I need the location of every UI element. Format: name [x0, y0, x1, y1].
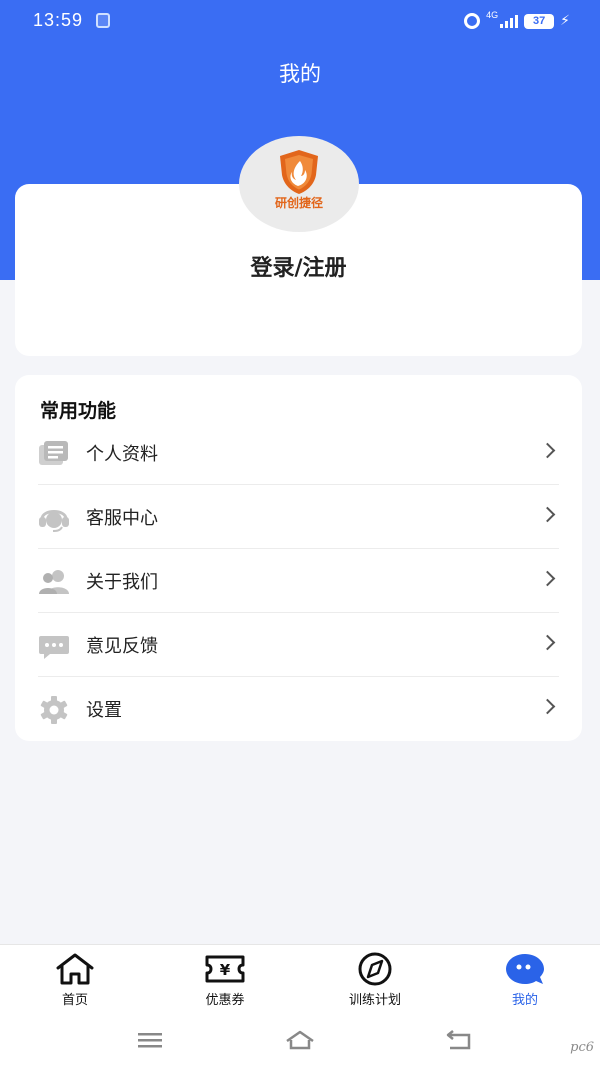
charging-icon: ⚡: [560, 13, 570, 29]
id-card-icon: [39, 441, 68, 465]
watermark: pc6: [570, 1040, 594, 1055]
menu-item-label: 客服中心: [86, 508, 158, 529]
tab-label: 训练计划: [348, 993, 401, 1008]
bottom-tab-bar: 首页 ¥ 优惠券 训练计划 我的: [0, 944, 600, 1014]
status-bar: 13:59 4G 37 ⚡: [0, 0, 600, 42]
menu-icon[interactable]: [133, 1028, 167, 1052]
signal-icon: [500, 14, 519, 28]
menu-item-label: 关于我们: [86, 572, 158, 593]
coupon-icon: ¥: [205, 955, 245, 983]
menu-item-feedback[interactable]: 意见反馈: [38, 613, 559, 677]
home-icon: [56, 953, 94, 985]
page-title: 我的: [279, 62, 321, 86]
network-type: 4G: [486, 10, 499, 20]
menu-item-label: 意见反馈: [86, 636, 158, 657]
tab-label: 首页: [61, 993, 88, 1008]
battery-icon: 37: [524, 13, 555, 29]
logo-shield-icon: [280, 150, 318, 194]
back-icon[interactable]: [442, 1028, 476, 1052]
chevron-right-icon: [539, 506, 556, 523]
status-time: 13:59: [33, 10, 84, 30]
notification-app-icon: [96, 13, 110, 28]
menu-item-label: 个人资料: [86, 444, 158, 465]
message-icon: [39, 636, 69, 659]
tab-label: 我的: [511, 993, 538, 1008]
svg-text:¥: ¥: [220, 961, 231, 979]
common-functions-card: 常用功能 个人资料 客服中心 关于我们 意见反馈 设置: [15, 375, 582, 741]
avatar[interactable]: 研创捷径: [239, 136, 359, 232]
home-nav-icon[interactable]: [283, 1028, 317, 1052]
chat-bubble-icon: [506, 954, 544, 984]
status-indicators: 4G 37 ⚡: [464, 10, 570, 32]
chevron-right-icon: [539, 442, 556, 459]
tab-training-plan[interactable]: 训练计划: [315, 945, 435, 1015]
menu-item-customer-service[interactable]: 客服中心: [38, 485, 559, 549]
section-title: 常用功能: [40, 400, 117, 422]
users-icon: [39, 570, 69, 594]
tab-label: 优惠券: [205, 993, 245, 1008]
menu-item-label: 设置: [86, 700, 122, 721]
headset-icon: [39, 510, 69, 532]
logo-text: 研创捷径: [274, 196, 323, 210]
tab-home[interactable]: 首页: [15, 945, 135, 1015]
menu-item-about-us[interactable]: 关于我们: [38, 549, 559, 613]
login-register-link[interactable]: 登录/注册: [15, 250, 582, 282]
function-list: 个人资料 客服中心 关于我们 意见反馈 设置: [38, 421, 559, 741]
chevron-right-icon: [539, 634, 556, 651]
gear-icon: [40, 696, 68, 724]
compass-icon: [358, 952, 392, 986]
tab-mine[interactable]: 我的: [465, 945, 585, 1015]
system-navigation-bar: [0, 1014, 600, 1067]
menu-item-profile[interactable]: 个人资料: [38, 421, 559, 485]
alarm-icon: [464, 13, 481, 29]
tab-coupons[interactable]: ¥ 优惠券: [165, 945, 285, 1015]
chevron-right-icon: [539, 570, 556, 587]
chevron-right-icon: [539, 698, 556, 715]
menu-item-settings[interactable]: 设置: [38, 677, 559, 741]
